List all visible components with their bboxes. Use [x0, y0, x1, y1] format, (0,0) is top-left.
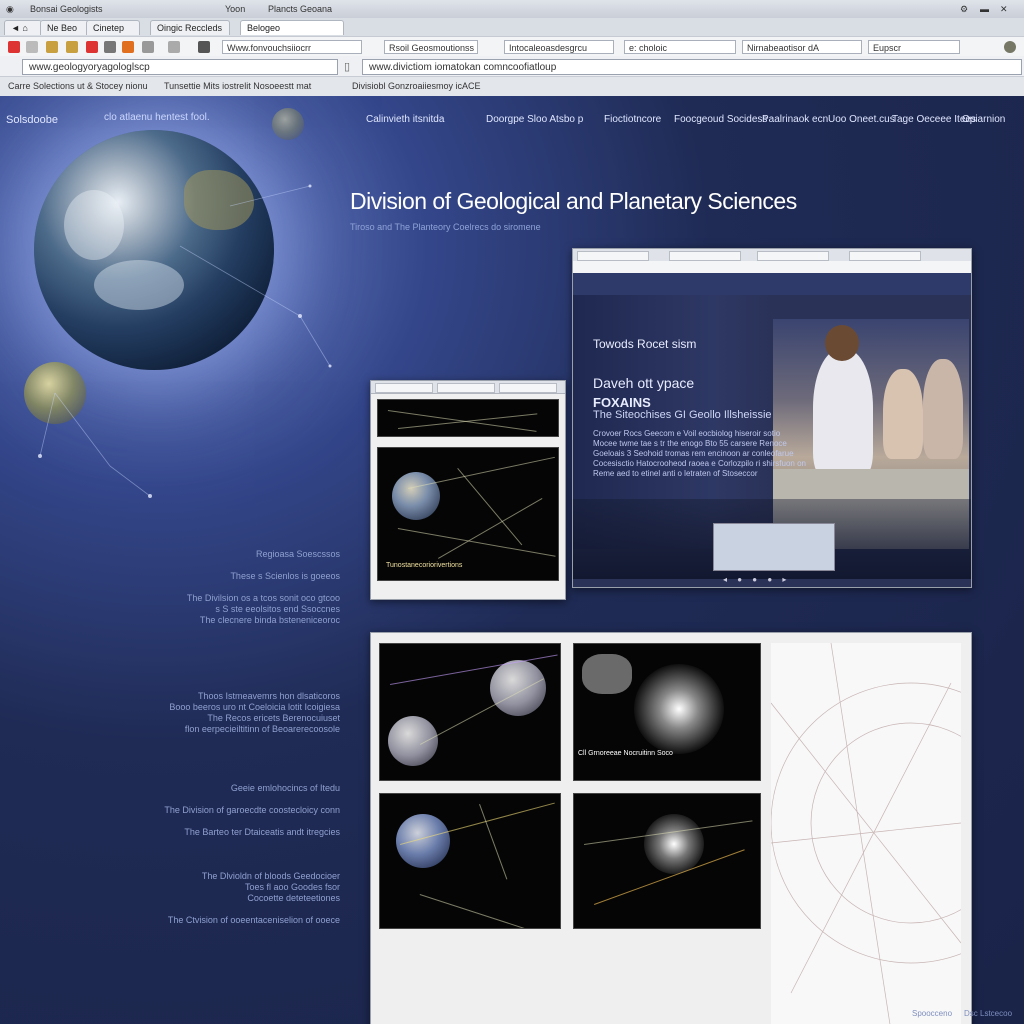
site-logo[interactable]: Solsdoobe	[6, 114, 58, 126]
nav-link[interactable]: Opiarnion	[962, 114, 1005, 125]
nav-link[interactable]: Foocgeoud Socidess	[674, 114, 767, 125]
title-bar: ◉ Bonsai Geologists Yoon Plancts Geoana …	[0, 0, 1024, 18]
feed-icon[interactable]	[122, 41, 134, 53]
sidebar-text: The clecnere binda bsteneniceoroc	[199, 615, 340, 625]
folder-icon[interactable]	[46, 41, 58, 53]
featured-headline: Daveh ott ypace	[593, 375, 695, 391]
mail-icon[interactable]	[168, 41, 180, 53]
gallery-caption: Cll Grnoreeae Nocruitinn Soco	[578, 750, 673, 757]
web-page: Solsdoobe clo atlaenu hentest fool. Cali…	[0, 96, 1024, 1024]
sidebar-text: The Barteo ter Dtaiceatis andt itregcies	[184, 827, 340, 837]
sidebar-text: Regioasa Soescssos	[255, 549, 340, 559]
user-icon[interactable]	[198, 41, 210, 53]
nav-link[interactable]: Calinvieth itsnitda	[366, 114, 444, 125]
sidebar-text: The Ctvision of ooeentaceniselion of ooe…	[167, 915, 340, 925]
title-item: Yoon	[225, 4, 246, 14]
page-icon[interactable]	[142, 41, 154, 53]
carousel-dots[interactable]: ◂ ● ● ● ▸	[723, 575, 790, 584]
page-title: Division of Geological and Planetary Sci…	[350, 188, 797, 214]
orbital-diagram	[770, 642, 971, 1024]
toolbar-field[interactable]: Rsoil Geosmoutionss	[384, 40, 478, 54]
monitor-image	[713, 523, 835, 571]
tab-strip: ◄ ⌂ Ne Beo Cinetep Oingic Reccleds Belog…	[0, 18, 1024, 36]
gallery-image[interactable]	[379, 643, 561, 781]
page-icon: ▯	[344, 61, 351, 73]
toolbar-field[interactable]: Eupscr	[868, 40, 960, 54]
diagram-panel: Tunostanecoriorivertions	[377, 447, 559, 581]
sidebar-text: The Division of garoecdte coostecloicy c…	[164, 805, 340, 815]
featured-paragraph: Crovoer Rocs Geecom e Voil eocbiolog his…	[593, 429, 806, 478]
extension-icon[interactable]	[1004, 41, 1016, 53]
bookmarks-bar: Carre Solections ut & Stocey nionu Tunse…	[0, 76, 1024, 96]
gallery-image[interactable]	[573, 793, 761, 929]
nav-link[interactable]: Uoo Oneet.cus	[828, 114, 895, 125]
tab[interactable]: Cinetep	[86, 20, 140, 35]
bookmark[interactable]: Carre Solections ut & Stocey nionu	[8, 80, 148, 93]
folder-icon[interactable]	[66, 41, 78, 53]
nav-link[interactable]: Paalrinaok ecn	[762, 114, 828, 125]
diagram-legend: Tunostanecoriorivertions	[386, 562, 463, 569]
close-icon[interactable]: ✕	[1000, 3, 1008, 15]
title-item: Plancts Geoana	[268, 4, 333, 14]
sidebar-text: These s Scienlos is goeeos	[230, 571, 340, 581]
footer-link[interactable]: Dsc Lstcecoo	[964, 1009, 1012, 1018]
sidebar-text: Geeie emlohocincs of Itedu	[230, 783, 340, 793]
sidebar-text: Cocoette deteteetiones	[247, 893, 340, 903]
toolbar: Www.fonvouchsiiocrr Rsoil Geosmoutionss …	[0, 36, 1024, 57]
chart-diagram	[770, 642, 971, 1024]
toolbar-field[interactable]: Nirnabeaotisor dA	[742, 40, 862, 54]
address-bar-secondary[interactable]: www.divictiom iomatokan comncoofiatloup	[362, 59, 1022, 75]
constellation-lines	[38, 184, 332, 498]
featured-subtitle: The Siteochises GI Geollo Illsheissie	[593, 409, 772, 421]
address-bar[interactable]: www.geologyoryagologlscp	[22, 59, 338, 75]
toolbar-field[interactable]: Www.fonvouchsiiocrr	[222, 40, 362, 54]
delete-icon[interactable]	[86, 41, 98, 53]
featured-screenshot[interactable]: Towods Rocet sism Daveh ott ypace FOXAIN…	[572, 248, 972, 588]
stop-icon[interactable]	[8, 41, 20, 53]
featured-subheadline: FOXAINS	[593, 395, 651, 410]
window-toolbar	[371, 381, 565, 394]
app-icon: ◉	[6, 4, 14, 14]
featured-caption: Towods Rocet sism	[593, 337, 697, 351]
page-subtitle: Tiroso and The Planteory Coelrecs do sir…	[350, 222, 541, 232]
diagram-panel	[377, 399, 559, 437]
title-item: Bonsai Geologists	[30, 4, 103, 14]
toolbar-field[interactable]: Intocaleoasdesgrcu	[504, 40, 614, 54]
toolbar-field[interactable]: e: choloic	[624, 40, 736, 54]
gallery-image[interactable]: Cll Grnoreeae Nocruitinn Soco	[573, 643, 761, 781]
bookmark[interactable]: Divisiobl Gonzroaiiesmoy icACE	[352, 80, 481, 93]
bookmark[interactable]: Tunsettie Mits iostrelit Nosoeestt mat	[164, 80, 311, 93]
window-header	[573, 273, 971, 295]
tab-home[interactable]: ◄ ⌂	[4, 20, 42, 35]
minimize-icon[interactable]: ▬	[980, 3, 989, 15]
sidebar-text: flon eerpecieiltitinn of Beoarerecoosole	[184, 724, 340, 734]
browser-chrome: ◉ Bonsai Geologists Yoon Plancts Geoana …	[0, 0, 1024, 97]
back-icon[interactable]	[26, 41, 38, 53]
site-tagline: clo atlaenu hentest fool.	[104, 112, 210, 123]
screenshot-thumbnail[interactable]: Tunostanecoriorivertions	[370, 380, 566, 600]
save-icon[interactable]	[104, 41, 116, 53]
gallery-panel: Cll Grnoreeae Nocruitinn Soco	[370, 632, 972, 1024]
gallery-image[interactable]	[379, 793, 561, 929]
tab[interactable]: Oingic Reccleds	[150, 20, 230, 35]
nav-link[interactable]: Doorgpe Sloo Atsbo p	[486, 114, 583, 125]
address-row: www.geologyoryagologlscp ▯ www.divictiom…	[0, 56, 1024, 76]
footer-link[interactable]: Spoocceno	[912, 1009, 952, 1018]
tab-active[interactable]: Belogeo	[240, 20, 344, 35]
nav-link[interactable]: Fioctiotncore	[604, 114, 661, 125]
settings-icon[interactable]: ⚙	[960, 3, 968, 15]
